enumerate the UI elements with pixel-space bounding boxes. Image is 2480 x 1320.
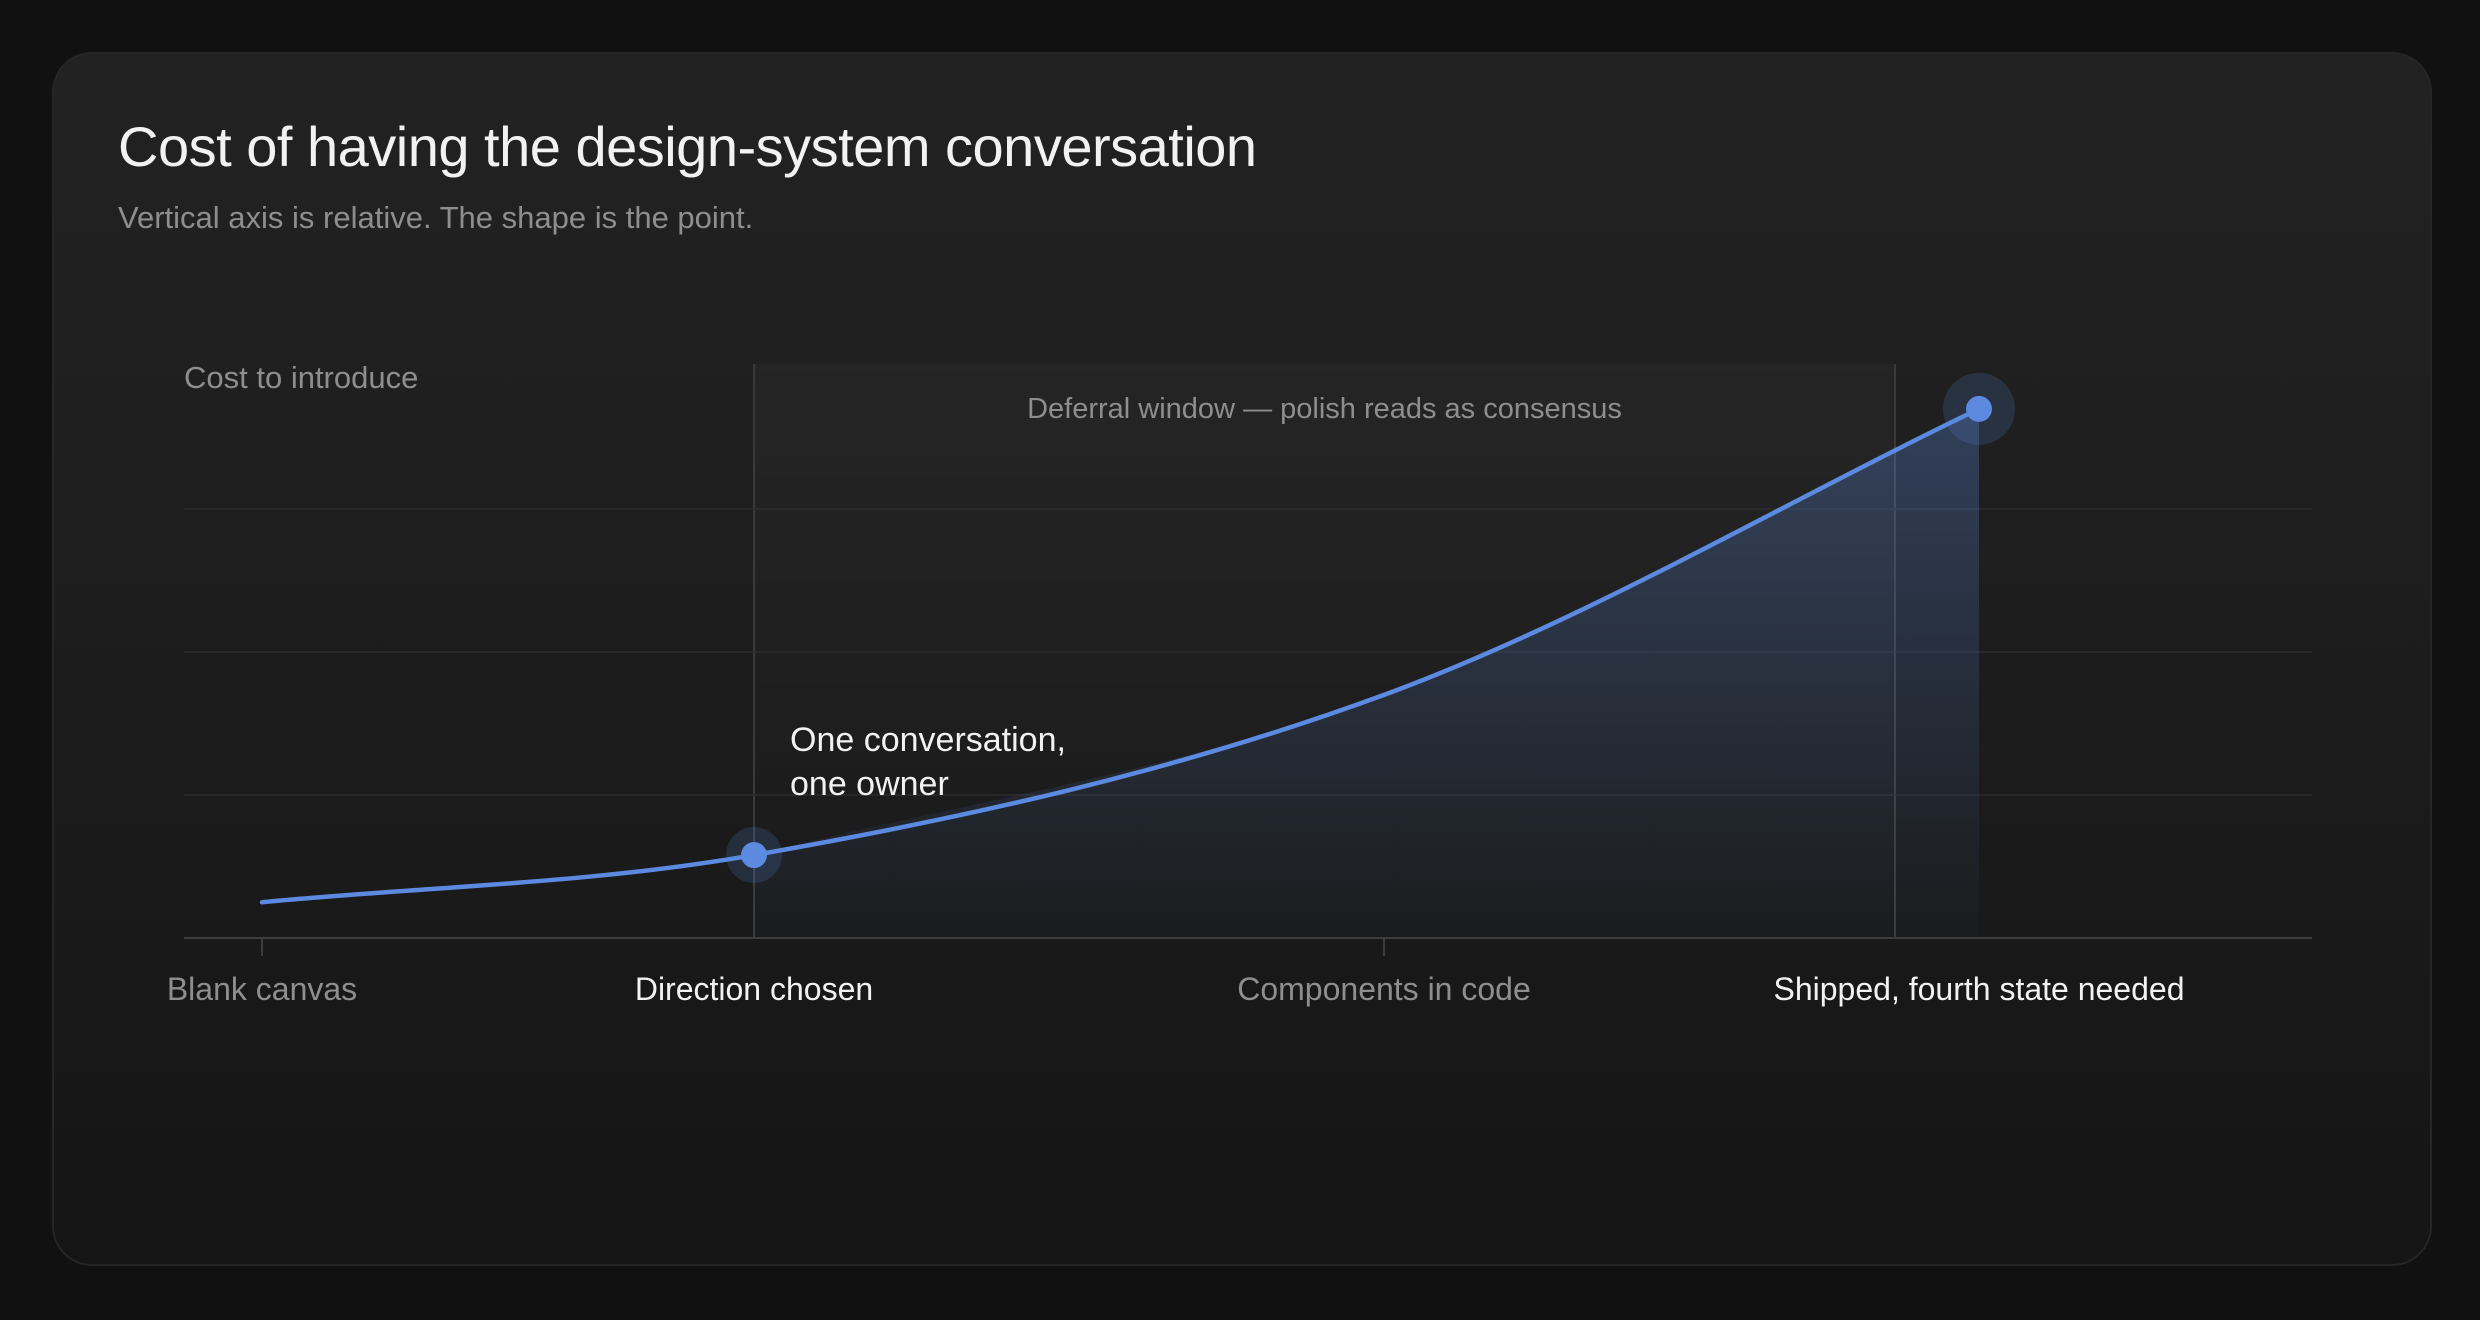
y-axis-title: Cost to introduce xyxy=(184,360,418,395)
annotation-line-1: One conversation, xyxy=(790,721,1066,759)
data-point-2 xyxy=(1966,395,1992,422)
x-tick-label-1: Blank canvas xyxy=(167,971,357,1007)
x-tick-label-3: Components in code xyxy=(1237,971,1531,1007)
annotation-line-2: one owner xyxy=(790,765,949,803)
x-tick-label-2: Direction chosen xyxy=(635,971,873,1007)
chart-card: Cost of having the design-system convers… xyxy=(52,52,2432,1266)
data-point-1 xyxy=(741,842,767,869)
x-tick-label-4: Shipped, fourth state needed xyxy=(1774,971,2185,1007)
cost-curve-chart: Deferral window — polish reads as consen… xyxy=(167,360,2312,1007)
deferral-window-label: Deferral window — polish reads as consen… xyxy=(1027,393,1622,425)
